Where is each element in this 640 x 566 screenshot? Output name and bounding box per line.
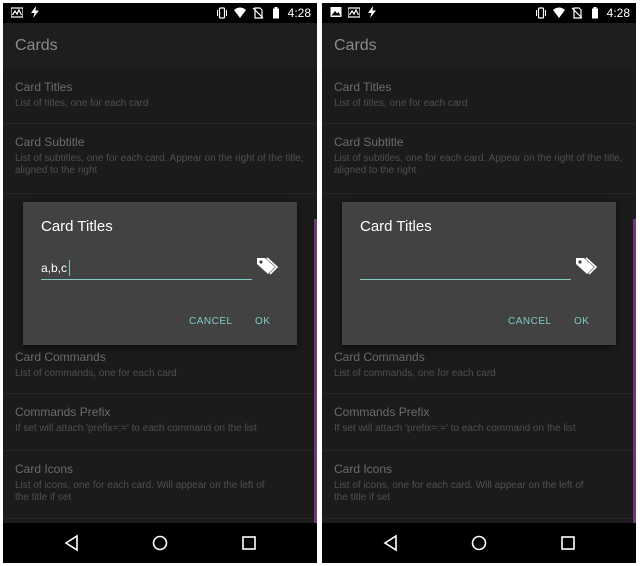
home-icon[interactable]: [469, 533, 489, 553]
cancel-button[interactable]: CANCEL: [189, 316, 233, 327]
tag-icon[interactable]: [574, 256, 598, 276]
wifi-icon: [233, 7, 246, 18]
pref-summary: List of icons, one for each card. Will a…: [334, 480, 584, 503]
wifi-icon: [552, 7, 565, 18]
pref-card-commands[interactable]: Card Commands List of commands, one for …: [3, 339, 317, 394]
tag-icon[interactable]: [255, 256, 279, 276]
pref-summary: List of commands, one for each card: [334, 368, 496, 379]
toolbar: Cards: [322, 23, 636, 69]
no-sim-icon: [252, 7, 264, 19]
flash-icon: [368, 6, 376, 18]
pref-card-icons[interactable]: Card Icons List of icons, one for each c…: [322, 451, 636, 519]
home-icon[interactable]: [150, 533, 170, 553]
pref-title: Card Icons: [334, 462, 393, 476]
flash-icon: [31, 6, 39, 18]
pref-card-titles[interactable]: Card Titles List of titles, one for each…: [322, 69, 636, 124]
no-sim-icon: [571, 7, 583, 19]
navigation-bar: [322, 523, 636, 563]
image-icon: [330, 7, 342, 17]
status-bar: 4:28: [322, 3, 636, 23]
pref-card-subtitle[interactable]: Card Subtitle List of subtitles, one for…: [322, 124, 636, 194]
signal-meter-icon: [348, 7, 360, 18]
ok-button[interactable]: OK: [255, 316, 270, 327]
status-time: 4:28: [287, 6, 311, 20]
pref-commands-prefix[interactable]: Commands Prefix If set will attach 'pref…: [322, 394, 636, 451]
cancel-button[interactable]: CANCEL: [508, 316, 552, 327]
scrollbar[interactable]: [314, 219, 317, 529]
card-titles-input[interactable]: [41, 258, 252, 280]
back-icon[interactable]: [381, 533, 401, 553]
pref-summary: List of commands, one for each card: [15, 368, 177, 379]
pref-summary: List of subtitles, one for each card. Ap…: [15, 153, 304, 176]
vibrate-icon: [216, 7, 227, 19]
vibrate-icon: [535, 7, 546, 19]
status-bar: 4:28: [3, 3, 317, 23]
dialog-title: Card Titles: [41, 218, 113, 235]
page-title: Cards: [334, 37, 377, 54]
recents-icon[interactable]: [239, 533, 259, 553]
pref-title: Card Commands: [334, 350, 425, 364]
pref-summary: If set will attach 'prefix=:=' to each c…: [334, 423, 576, 434]
pref-title: Card Subtitle: [15, 135, 85, 149]
card-titles-input[interactable]: [360, 258, 571, 280]
pref-summary: List of icons, one for each card. Will a…: [15, 480, 265, 503]
back-icon[interactable]: [62, 533, 82, 553]
pref-title: Card Titles: [334, 80, 392, 94]
pref-title: Card Commands: [15, 350, 106, 364]
pref-card-icons[interactable]: Card Icons List of icons, one for each c…: [3, 451, 317, 519]
pref-summary: List of titles, one for each card: [334, 98, 468, 109]
pref-title: Commands Prefix: [334, 405, 430, 419]
status-time: 4:28: [606, 6, 630, 20]
signal-meter-icon: [11, 7, 23, 18]
page-title: Cards: [15, 37, 58, 54]
pref-summary: List of titles, one for each card: [15, 98, 149, 109]
pref-summary: List of subtitles, one for each card. Ap…: [334, 153, 623, 176]
battery-icon: [272, 7, 279, 19]
edit-text-dialog: Card Titles CANCEL OK: [342, 202, 616, 345]
pref-card-subtitle[interactable]: Card Subtitle List of subtitles, one for…: [3, 124, 317, 194]
ok-button[interactable]: OK: [574, 316, 589, 327]
pref-commands-prefix[interactable]: Commands Prefix If set will attach 'pref…: [3, 394, 317, 451]
navigation-bar: [3, 523, 317, 563]
toolbar: Cards: [3, 23, 317, 69]
pref-title: Card Icons: [15, 462, 74, 476]
text-cursor: [69, 260, 70, 276]
pref-summary: If set will attach 'prefix=:=' to each c…: [15, 423, 257, 434]
pref-card-titles[interactable]: Card Titles List of titles, one for each…: [3, 69, 317, 124]
scrollbar[interactable]: [633, 219, 636, 529]
pref-title: Card Subtitle: [334, 135, 404, 149]
phone-screen-right: 4:28 Cards Card Titles List of titles, o…: [322, 3, 636, 563]
pref-card-commands[interactable]: Card Commands List of commands, one for …: [322, 339, 636, 394]
pref-title: Commands Prefix: [15, 405, 111, 419]
dialog-title: Card Titles: [360, 218, 432, 235]
edit-text-dialog: Card Titles CANCEL OK: [23, 202, 297, 345]
recents-icon[interactable]: [558, 533, 578, 553]
phone-screen-left: 4:28 Cards Card Titles List of titles, o…: [3, 3, 317, 563]
battery-icon: [591, 7, 598, 19]
pref-title: Card Titles: [15, 80, 73, 94]
